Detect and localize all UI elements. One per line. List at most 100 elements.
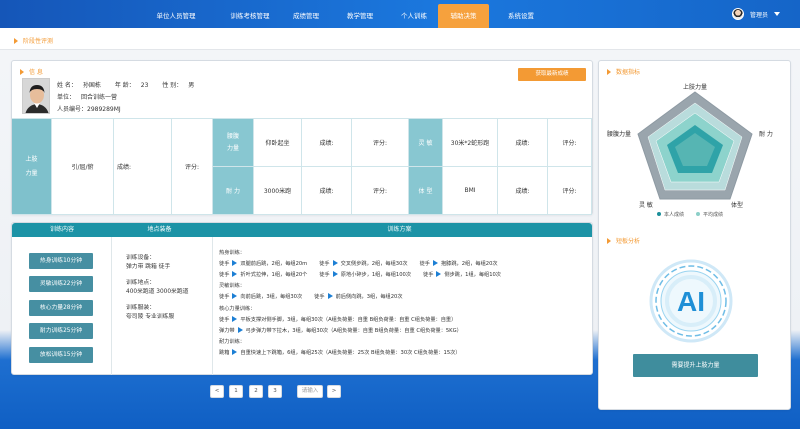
plan-line: 徒手 双腿前后跳，2组，每组20m 徒手 交叉侧步跳，2组，每组30次 徒手 抱膝跳，2组… bbox=[219, 260, 510, 267]
plan-exercise: 弓步弹力带下拉木，3组，每组30次（A组负荷量：自重 B组负荷量：自重 C组负荷… bbox=[245, 328, 462, 334]
header-place: 地点装备 bbox=[147, 226, 172, 233]
nav-item-training-assessment[interactable]: 训练考核管理 bbox=[224, 0, 276, 28]
page-input[interactable]: 请输入 bbox=[297, 385, 323, 398]
plan-line: 核心力量训练： bbox=[219, 305, 255, 312]
play-arrow-icon bbox=[232, 271, 238, 277]
pull-exercise: 引/屈/俯 bbox=[52, 119, 114, 215]
header-content: 训练内容 bbox=[49, 226, 74, 233]
training-panel: 训练内容 地点装备 训练方案 热身训练10分钟 灵敏训练22分钟 核心力量28分… bbox=[11, 222, 593, 375]
plan-heading: 灵敏训练： bbox=[219, 283, 245, 289]
plan-equipment: 徒手 bbox=[219, 317, 230, 323]
shuttle-exercise: 30米*2蛇形跑 bbox=[443, 119, 498, 167]
profile-line-basic: 姓 名： 孙国栋 年 龄： 23 性 别： 男 bbox=[57, 80, 206, 89]
breadcrumb: 阶段性评测 bbox=[14, 36, 53, 45]
plan-heading: 核心力量训练： bbox=[219, 306, 256, 312]
breadcrumb-bar: 阶段性评测 bbox=[0, 28, 800, 50]
nav-item-teaching[interactable]: 教学管理 bbox=[338, 0, 382, 28]
play-arrow-icon bbox=[432, 260, 438, 266]
id-value: 2989289MJ bbox=[87, 106, 121, 113]
plan-equipment: 徒手 bbox=[219, 294, 230, 300]
plan-exercise: 折叶式拉伸，1组，每组20个 bbox=[240, 272, 308, 278]
column-divider bbox=[212, 237, 213, 375]
header-plan: 训练方案 bbox=[387, 226, 412, 233]
axis-endurance: 耐 力 bbox=[759, 131, 773, 138]
plan-exercise: 原地小碎步，1组，每组100次 bbox=[340, 272, 412, 278]
endurance-training-button[interactable]: 耐力训练25分钟 bbox=[29, 323, 93, 339]
top-nav: 单位人员管理 训练考核管理 成绩管理 教学管理 个人训练 辅助决策 系统设置 管… bbox=[0, 0, 800, 28]
page-2-button[interactable]: 2 bbox=[249, 385, 263, 398]
core-strength-label: 腰腹力量 bbox=[213, 119, 254, 167]
legend-avg: 平均成绩 bbox=[696, 211, 723, 218]
place-label: 训练地点： bbox=[126, 280, 155, 286]
analysis-title-label: 短板分析 bbox=[616, 238, 641, 245]
analysis-section-title: 短板分析 bbox=[607, 236, 640, 245]
ai-logo: AI bbox=[646, 257, 736, 345]
endurance-score-label: 成绩: bbox=[302, 167, 352, 215]
bmi-exercise: BMI bbox=[443, 167, 498, 215]
nav-item-unit-personnel[interactable]: 单位人员管理 bbox=[146, 0, 206, 28]
body-score-label: 成绩: bbox=[498, 167, 548, 215]
relax-training-button[interactable]: 放松训练15分钟 bbox=[29, 347, 93, 363]
next-page-button[interactable]: > bbox=[327, 385, 341, 398]
triangle-icon bbox=[607, 237, 611, 244]
plan-exercise: 抱膝跳，2组，每组20次 bbox=[440, 261, 498, 267]
legend-avg-label: 平均成绩 bbox=[703, 212, 724, 218]
profile-line-id: 人员编号：2989289MJ bbox=[57, 104, 127, 113]
fetch-latest-scores-button[interactable]: 获取最新成绩 bbox=[518, 68, 586, 81]
plan-line: 跳箱 自重快速上下跳箱，6组，每组25次（A组负荷量：25次 B组负荷量：30次 … bbox=[219, 349, 473, 356]
place-value: 400米跑道 3000米跑道 bbox=[126, 289, 189, 295]
plan-line: 耐力训练： bbox=[219, 338, 245, 345]
plan-line: 热身训练： bbox=[219, 249, 245, 256]
warmup-training-button[interactable]: 热身训练10分钟 bbox=[29, 253, 93, 269]
upper-score-label: 成绩: bbox=[114, 119, 172, 215]
endurance-rating-label: 评分: bbox=[352, 167, 409, 215]
age-label: 年 龄： bbox=[114, 82, 135, 89]
play-arrow-icon bbox=[237, 327, 243, 333]
triangle-icon bbox=[14, 37, 18, 44]
ai-text: AI bbox=[677, 286, 705, 317]
core-score-label: 成绩: bbox=[302, 119, 352, 167]
page-1-button[interactable]: 1 bbox=[229, 385, 243, 398]
agility-training-button[interactable]: 灵敏训练22分钟 bbox=[29, 276, 93, 292]
user-menu[interactable]: 管理员 bbox=[731, 7, 780, 21]
plan-equipment: 跳箱 bbox=[219, 350, 230, 356]
plan-exercise: 平板支撑对侧手脚，3组，每组30次（A组负荷量：自重 B组负荷量：自重 C组负荷… bbox=[240, 317, 457, 323]
plan-equipment: 徒手 bbox=[219, 261, 230, 267]
plan-heading: 耐力训练： bbox=[219, 339, 245, 345]
prev-page-button[interactable]: < bbox=[210, 385, 224, 398]
profile-photo bbox=[22, 78, 50, 114]
plan-equipment: 徒手 bbox=[314, 294, 325, 300]
nav-item-decision-support[interactable]: 辅助决策 bbox=[438, 4, 489, 28]
plan-equipment: 徒手 bbox=[319, 261, 330, 267]
user-name: 管理员 bbox=[749, 11, 768, 19]
play-arrow-icon bbox=[327, 293, 333, 299]
indicator-panel: 数据指标 上肢力量 耐 力 体型 灵 敏 腰腹力量 本人成绩 平均成绩 短板分析… bbox=[598, 60, 791, 410]
plan-exercise: 向前后跳，3组，每组30次 bbox=[240, 294, 303, 300]
name-value: 孙国栋 bbox=[82, 82, 101, 89]
avatar bbox=[731, 8, 744, 20]
profile-section-title: 信 息 bbox=[20, 67, 43, 76]
agility-label: 灵 敏 bbox=[409, 119, 443, 167]
clothing-value: 夸司陵 专业训练服 bbox=[126, 314, 175, 320]
improve-upper-strength-button[interactable]: 需要提升上肢力量 bbox=[633, 354, 758, 377]
plan-line: 灵敏训练： bbox=[219, 282, 245, 289]
agility-rating-label: 评分: bbox=[548, 119, 592, 167]
legend-mine-label: 本人成绩 bbox=[664, 212, 685, 218]
page-3-button[interactable]: 3 bbox=[268, 385, 282, 398]
axis-agility: 灵 敏 bbox=[639, 202, 653, 209]
equipment-value: 弹力带 跳箱 徒手 bbox=[126, 264, 171, 270]
situp-exercise: 仰卧起坐 bbox=[254, 119, 302, 167]
column-divider bbox=[111, 237, 112, 375]
radar-legend: 本人成绩 平均成绩 bbox=[657, 211, 723, 218]
body-rating-label: 评分: bbox=[548, 167, 592, 215]
plan-equipment: 徒手 bbox=[219, 272, 230, 278]
unit-value: 回合训练一营 bbox=[81, 94, 118, 101]
plan-line: 弹力带 弓步弹力带下拉木，3组，每组30次（A组负荷量：自重 B组负荷量：自重 C… bbox=[219, 327, 474, 334]
axis-body-type: 体型 bbox=[731, 202, 744, 209]
nav-item-scores[interactable]: 成绩管理 bbox=[286, 0, 326, 28]
nav-item-system-settings[interactable]: 系统设置 bbox=[498, 0, 544, 28]
core-training-button[interactable]: 核心力量28分钟 bbox=[29, 300, 93, 316]
play-arrow-icon bbox=[232, 293, 238, 299]
plan-equipment: 徒手 bbox=[419, 261, 430, 267]
nav-item-personal-training[interactable]: 个人训练 bbox=[392, 0, 436, 28]
